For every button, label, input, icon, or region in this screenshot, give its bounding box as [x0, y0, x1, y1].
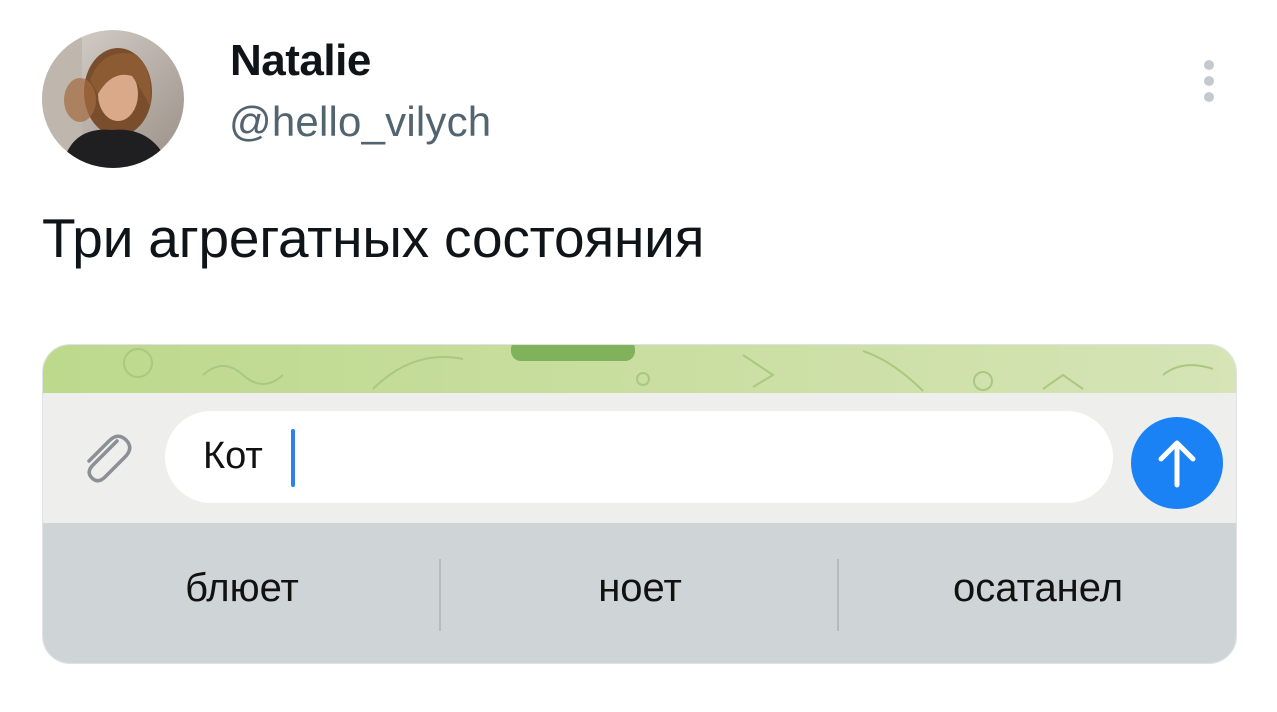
arrow-up-icon [1158, 440, 1196, 488]
chat-wallpaper [43, 345, 1236, 393]
keyboard-suggestion-bar: блюет ноет осатанел [43, 523, 1236, 663]
tweet-text: Три агрегатных состояния [42, 207, 705, 269]
suggestion-label: блюет [185, 565, 299, 610]
text-caret [291, 429, 295, 487]
tweet-card: Natalie @hello_vilych Три агрегатных сос… [0, 0, 1277, 712]
author-handle[interactable]: @hello_vilych [229, 98, 491, 146]
send-button[interactable] [1131, 417, 1223, 509]
suggestion-3[interactable]: осатанел [839, 523, 1236, 663]
message-input[interactable]: Кот [165, 411, 1211, 503]
message-composer: Кот [43, 393, 1236, 523]
tweet-media-screenshot[interactable]: Кот блюет ноет осатанел [42, 344, 1237, 664]
suggestion-1[interactable]: блюет [43, 523, 441, 663]
suggestion-2[interactable]: ноет [441, 523, 839, 663]
avatar[interactable] [42, 30, 184, 168]
suggestion-label: ноет [598, 565, 682, 610]
paperclip-icon[interactable] [73, 423, 137, 487]
suggestion-label: осатанел [952, 565, 1124, 610]
more-options-icon[interactable] [1196, 56, 1222, 106]
message-input-value: Кот [203, 435, 263, 477]
author-name[interactable]: Natalie [230, 36, 371, 86]
